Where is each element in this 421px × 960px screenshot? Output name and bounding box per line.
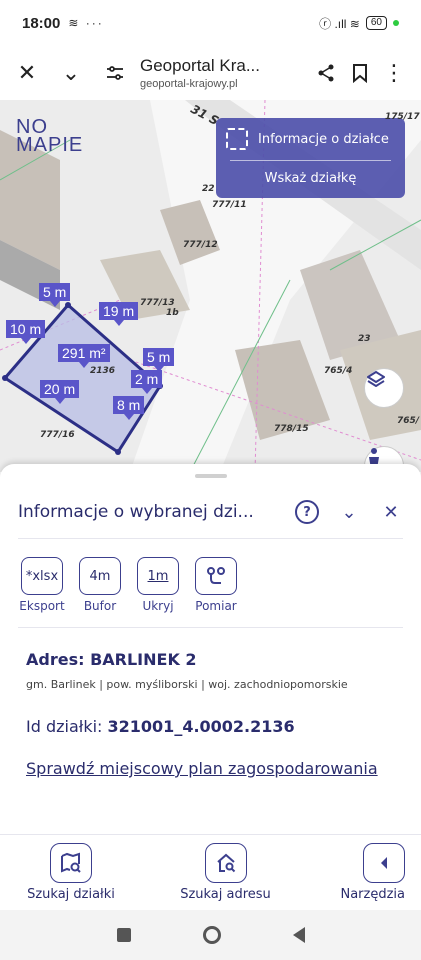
measure-label: 10 m	[6, 320, 46, 344]
measure-label: 19 m	[99, 302, 139, 326]
logo-line2: MAPIE	[16, 134, 84, 156]
signal-wifi-icon: ⓡ .ıll ≋	[319, 16, 360, 31]
parcel-id: Id działki: 321001_4.0002.2136	[0, 693, 421, 736]
parcel-number: 778/15	[274, 424, 309, 434]
bookmark-icon[interactable]	[343, 56, 377, 90]
address-block: Adres: BARLINEK 2 gm. Barlinek | pow. my…	[0, 628, 421, 693]
nav-search-parcel[interactable]: Szukaj działki	[16, 843, 126, 910]
chevron-down-icon[interactable]: ⌄	[337, 500, 361, 524]
help-icon[interactable]: ?	[295, 500, 319, 524]
parcel-info-popup: Informacje o działce Wskaż działkę	[216, 118, 405, 198]
status-right: ⓡ .ıll ≋ 60	[319, 15, 399, 32]
home-search-icon	[204, 843, 247, 883]
status-time: 18:00	[22, 14, 61, 32]
battery-icon: 60	[365, 16, 387, 30]
browser-toolbar: ✕ ⌄ Geoportal Kra... geoportal-krajowy.p…	[0, 46, 421, 100]
more-menu-icon[interactable]: ⋮	[377, 56, 411, 90]
map-view[interactable]: NO MAPIE 31 S Informacje o działce Wskaż…	[0, 100, 421, 472]
nav-tools[interactable]: Narzędzia	[325, 843, 405, 910]
export-tool[interactable]: *xlsx Eksport	[16, 557, 68, 613]
close-icon[interactable]: ✕	[379, 500, 403, 524]
system-navigation	[0, 910, 421, 960]
parcel-info-label: Informacje o działce	[258, 131, 389, 147]
measure-tool[interactable]: Pomiar	[190, 557, 242, 613]
close-icon[interactable]: ✕	[10, 56, 44, 90]
drag-handle[interactable]	[194, 474, 227, 478]
hide-tool[interactable]: 1m Ukryj	[132, 557, 184, 613]
buffer-tool[interactable]: 4m Bufor	[74, 557, 126, 613]
tool-label: Pomiar	[195, 599, 237, 613]
page-url: geoportal-krajowy.pl	[140, 78, 238, 90]
bottom-nav: Szukaj działki Szukaj adresu Narzędzia	[0, 834, 421, 910]
back-icon[interactable]	[292, 927, 305, 943]
parcel-number: 777/16	[40, 430, 75, 440]
tool-label: Bufor	[83, 599, 117, 613]
parcel-number: 1b	[166, 308, 179, 318]
address-subtitle: gm. Barlinek | pow. myśliborski | woj. z…	[26, 678, 348, 691]
nav-label: Szukaj adresu	[180, 887, 271, 902]
parcel-number: 175/17	[385, 112, 420, 122]
parcel-number: 765/	[397, 416, 420, 426]
parcel-number: 777/11	[212, 200, 247, 210]
page-title: Geoportal Kra...	[140, 56, 261, 75]
page-title-block[interactable]: Geoportal Kra... geoportal-krajowy.pl	[140, 56, 309, 90]
chevron-left-icon	[363, 843, 405, 883]
select-parcel-icon	[226, 128, 248, 150]
panel-header: Informacje o wybranej dzi... ? ⌄ ✕	[0, 486, 421, 538]
parcel-number: 22	[202, 184, 215, 194]
route-icon	[195, 557, 237, 595]
parcel-id-value: 321001_4.0002.2136	[107, 717, 295, 736]
parcel-info-button[interactable]: Informacje o działce	[216, 118, 405, 160]
map-search-icon	[50, 843, 92, 883]
nav-label: Szukaj działki	[27, 887, 115, 902]
share-icon[interactable]	[309, 56, 343, 90]
recents-icon[interactable]	[116, 928, 131, 942]
address-title: Adres: BARLINEK 2	[26, 650, 197, 669]
hide-measure-icon: 1m	[137, 557, 179, 595]
parcel-number: 2136	[90, 366, 116, 376]
parcel-info-panel: Informacje o wybranej dzi... ? ⌄ ✕ *xlsx…	[0, 464, 421, 834]
status-bar: 18:00 ≋ ··· ⓡ .ıll ≋ 60	[0, 0, 421, 46]
layers-icon[interactable]	[364, 368, 404, 408]
parcel-id-label: Id działki:	[26, 717, 103, 736]
chevron-down-icon[interactable]: ⌄	[54, 56, 88, 90]
measure-label: 5 m	[39, 283, 71, 307]
zoning-plan-link[interactable]: Sprawdź miejscowy plan zagospodarowania	[0, 736, 421, 782]
privacy-indicator-icon	[393, 20, 399, 26]
export-icon: *xlsx	[21, 557, 63, 595]
nav-label: Narzędzia	[340, 887, 405, 902]
parcel-number: 777/12	[183, 240, 218, 250]
home-icon[interactable]	[202, 926, 221, 944]
notification-icons: ≋ ···	[68, 16, 104, 30]
tool-row: *xlsx Eksport 4m Bufor 1m Ukryj Pomiar	[0, 539, 421, 613]
parcel-number: 765/4	[324, 366, 353, 376]
area-label: 291 m²	[58, 344, 110, 368]
buffer-icon: 4m	[79, 557, 121, 595]
parcel-number: 23	[358, 334, 371, 344]
panel-title: Informacje o wybranej dzi...	[18, 502, 254, 522]
measure-label: 20 m	[40, 380, 80, 404]
nomapie-logo: NO MAPIE	[16, 117, 84, 156]
parcel-number: 777/13	[140, 298, 175, 308]
nav-search-address[interactable]: Szukaj adresu	[171, 843, 281, 910]
measure-label: 8 m	[113, 396, 145, 420]
tool-label: Ukryj	[142, 599, 174, 613]
show-parcel-button[interactable]: Wskaż działkę	[216, 161, 405, 186]
measure-label: 2 m	[131, 370, 163, 394]
tool-label: Eksport	[19, 599, 65, 613]
measure-label: 5 m	[143, 348, 175, 372]
page-settings-icon[interactable]	[98, 56, 132, 90]
